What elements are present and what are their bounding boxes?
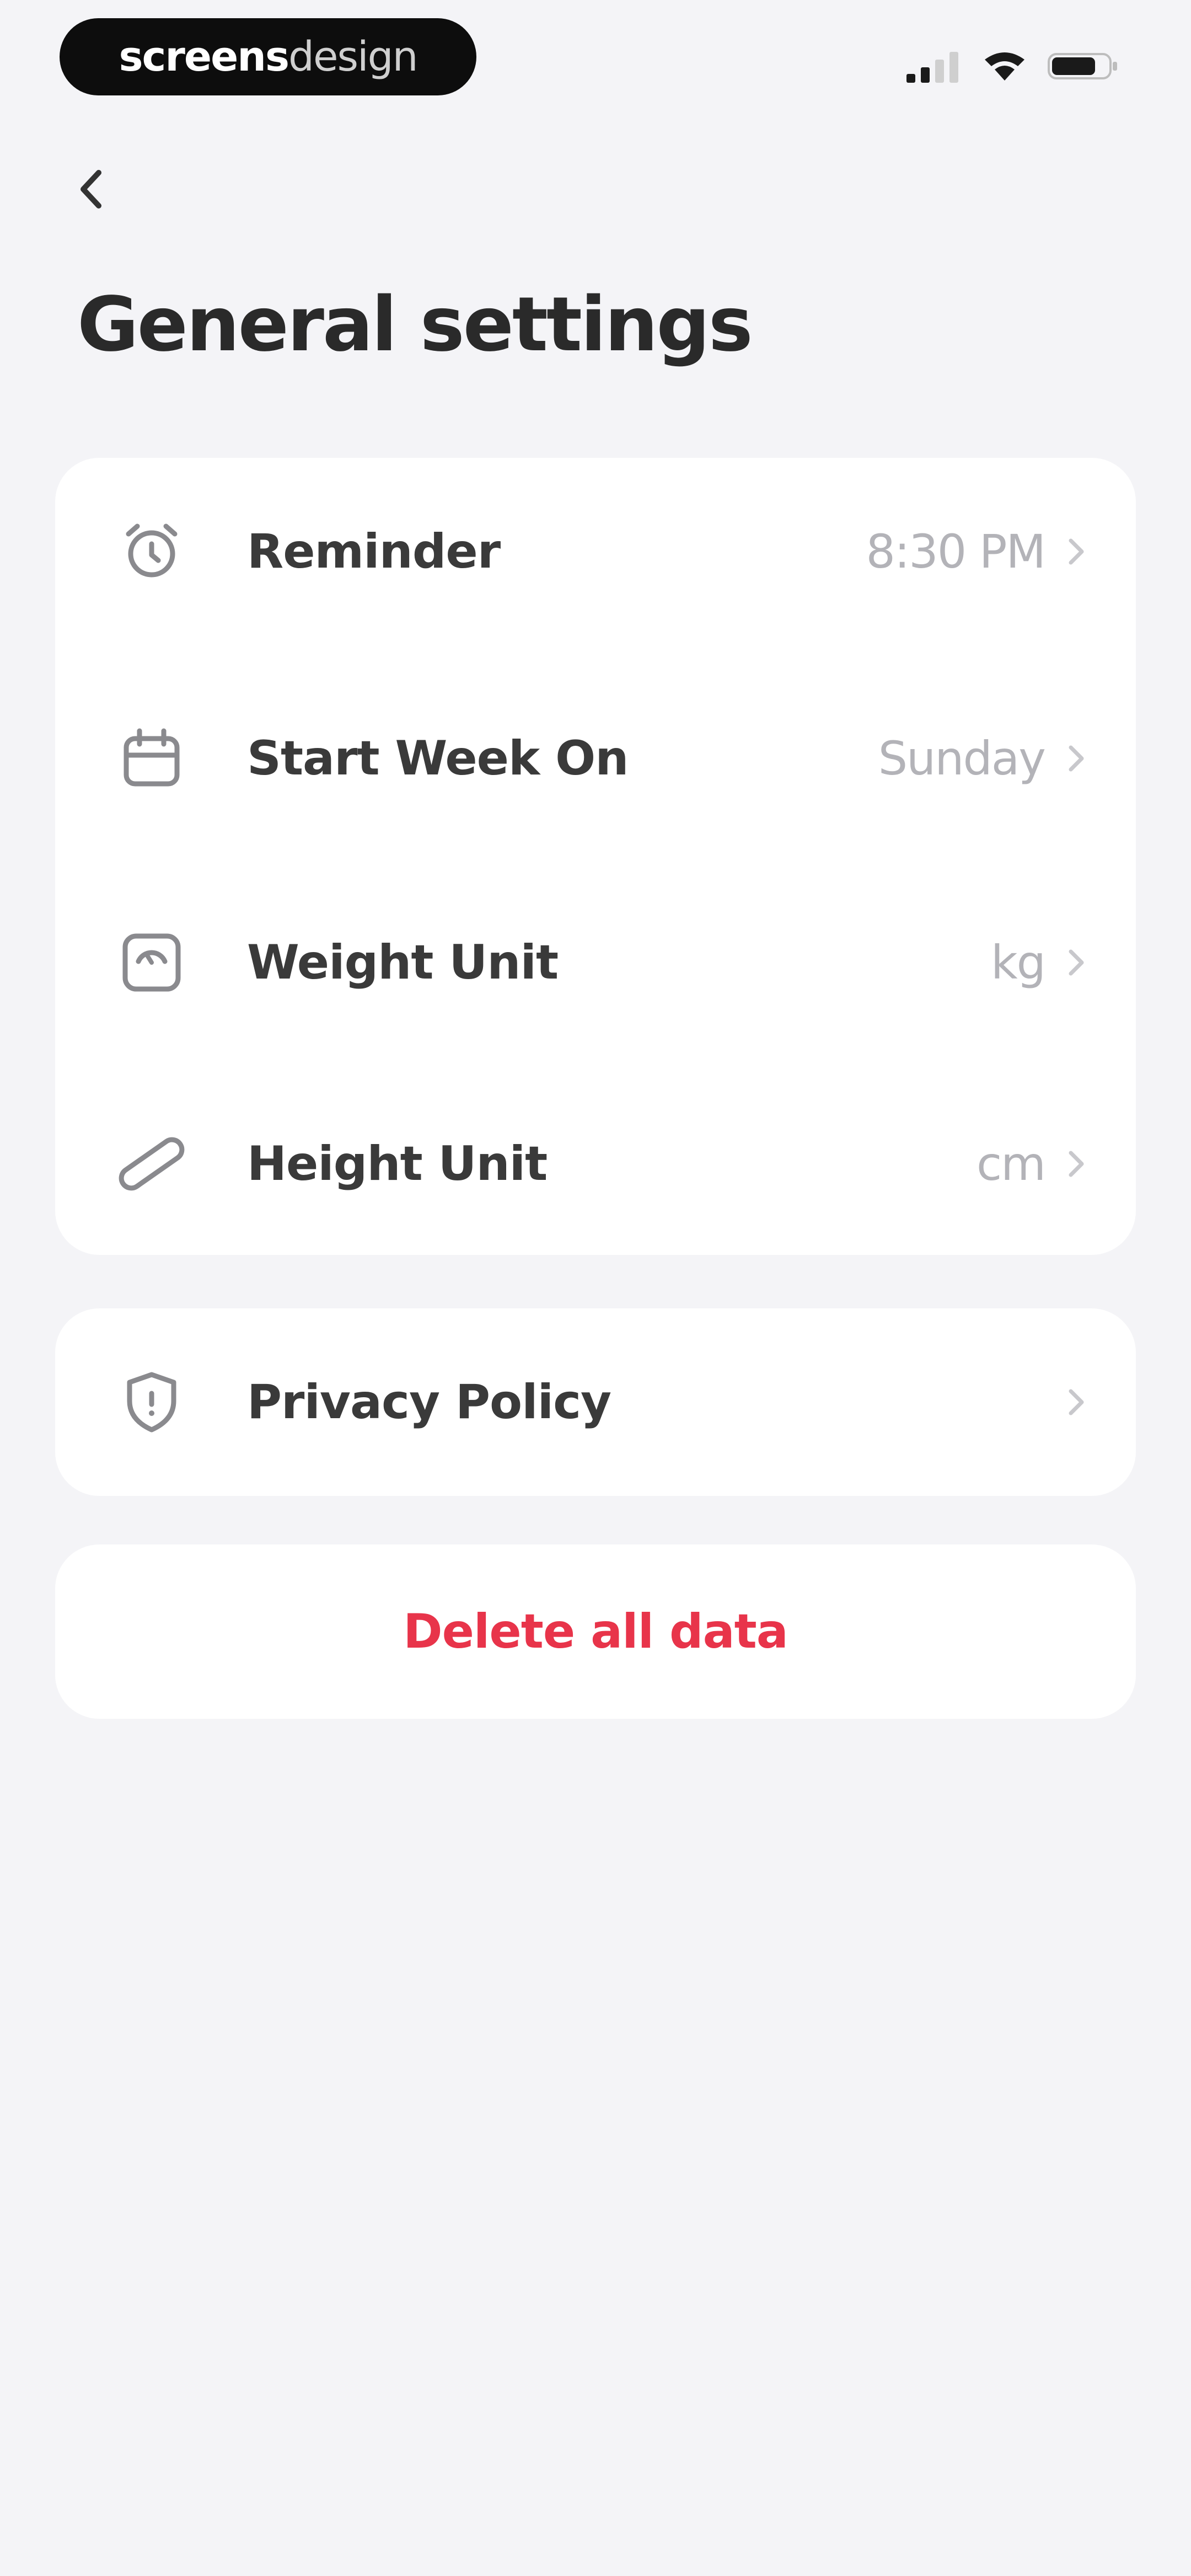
chevron-right-icon — [1060, 742, 1093, 775]
shield-icon — [113, 1364, 190, 1441]
chevron-left-icon — [74, 167, 108, 213]
delete-all-data-button[interactable]: Delete all data — [55, 1544, 1136, 1719]
settings-item-value: cm — [976, 1137, 1046, 1191]
settings-row-start-week[interactable]: Start Week On Sunday — [55, 692, 1136, 825]
settings-item-value: kg — [991, 936, 1046, 990]
calendar-icon — [113, 720, 190, 797]
ruler-icon — [113, 1125, 190, 1203]
watermark-light-text: design — [288, 33, 418, 81]
chevron-right-icon — [1060, 1386, 1093, 1419]
chevron-right-icon — [1060, 1147, 1093, 1180]
settings-item-label: Height Unit — [247, 1136, 548, 1191]
settings-item-value: Sunday — [878, 731, 1046, 785]
wifi-icon — [983, 50, 1027, 85]
privacy-policy-row[interactable]: Privacy Policy — [55, 1336, 1136, 1468]
signal-icon — [906, 50, 962, 85]
battery-icon — [1048, 50, 1119, 85]
screensdesign-watermark: screens design — [60, 18, 476, 95]
general-settings-screen: screens design General settings Reminder… — [0, 0, 1191, 2576]
settings-row-weight-unit[interactable]: Weight Unit kg — [55, 896, 1136, 1029]
settings-item-value: 8:30 PM — [866, 525, 1046, 579]
alarm-clock-icon — [113, 513, 190, 590]
settings-item-label: Start Week On — [247, 731, 629, 786]
status-icons — [906, 50, 1119, 85]
chevron-right-icon — [1060, 946, 1093, 979]
back-button[interactable] — [61, 160, 121, 221]
page-title: General settings — [77, 281, 753, 368]
settings-item-label: Reminder — [247, 524, 501, 579]
chevron-right-icon — [1060, 535, 1093, 568]
settings-item-label: Weight Unit — [247, 935, 559, 990]
watermark-bold-text: screens — [119, 33, 289, 81]
scale-icon — [113, 924, 190, 1001]
delete-all-data-label: Delete all data — [403, 1604, 788, 1659]
privacy-policy-label: Privacy Policy — [247, 1375, 611, 1430]
settings-row-height-unit[interactable]: Height Unit cm — [55, 1098, 1136, 1230]
settings-row-reminder[interactable]: Reminder 8:30 PM — [55, 485, 1136, 618]
